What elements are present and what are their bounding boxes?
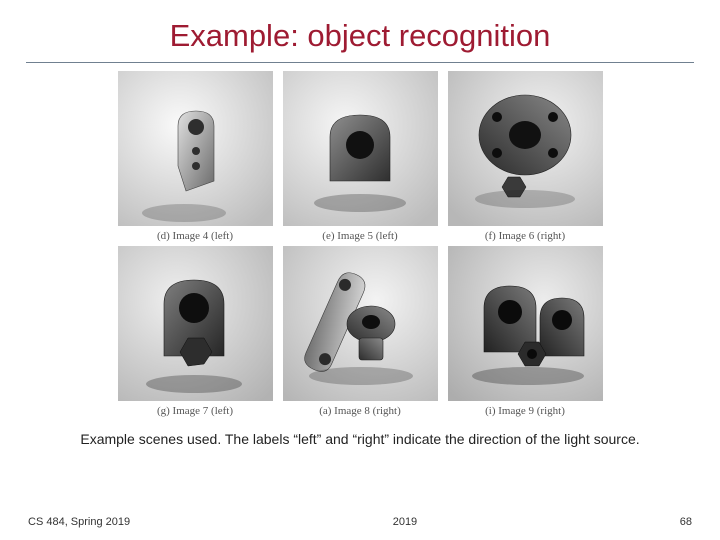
slide-footer: CS 484, Spring 2019 2019 68 [0, 516, 720, 528]
title-underline [26, 62, 694, 63]
figure-image-4 [118, 71, 273, 226]
figure-caption: (g) Image 7 (left) [118, 401, 273, 421]
figure-caption: (e) Image 5 (left) [283, 226, 438, 246]
figure-image-9 [448, 246, 603, 401]
figure-caption: (a) Image 8 (right) [283, 401, 438, 421]
footer-page-number: 68 [680, 516, 692, 528]
figure-caption: (d) Image 4 (left) [118, 226, 273, 246]
footer-year: 2019 [393, 516, 417, 528]
figure-caption: (f) Image 6 (right) [448, 226, 603, 246]
footer-course: CS 484, Spring 2019 [28, 516, 130, 528]
slide-caption: Example scenes used. The labels “left” a… [0, 431, 720, 447]
figure-caption: (i) Image 9 (right) [448, 401, 603, 421]
figure-image-5 [283, 71, 438, 226]
figure-image-7 [118, 246, 273, 401]
slide-title: Example: object recognition [0, 0, 720, 62]
figure-grid: (d) Image 4 (left) (e) Image 5 (left) (f… [118, 71, 603, 421]
figure-image-8 [283, 246, 438, 401]
figure-image-6 [448, 71, 603, 226]
